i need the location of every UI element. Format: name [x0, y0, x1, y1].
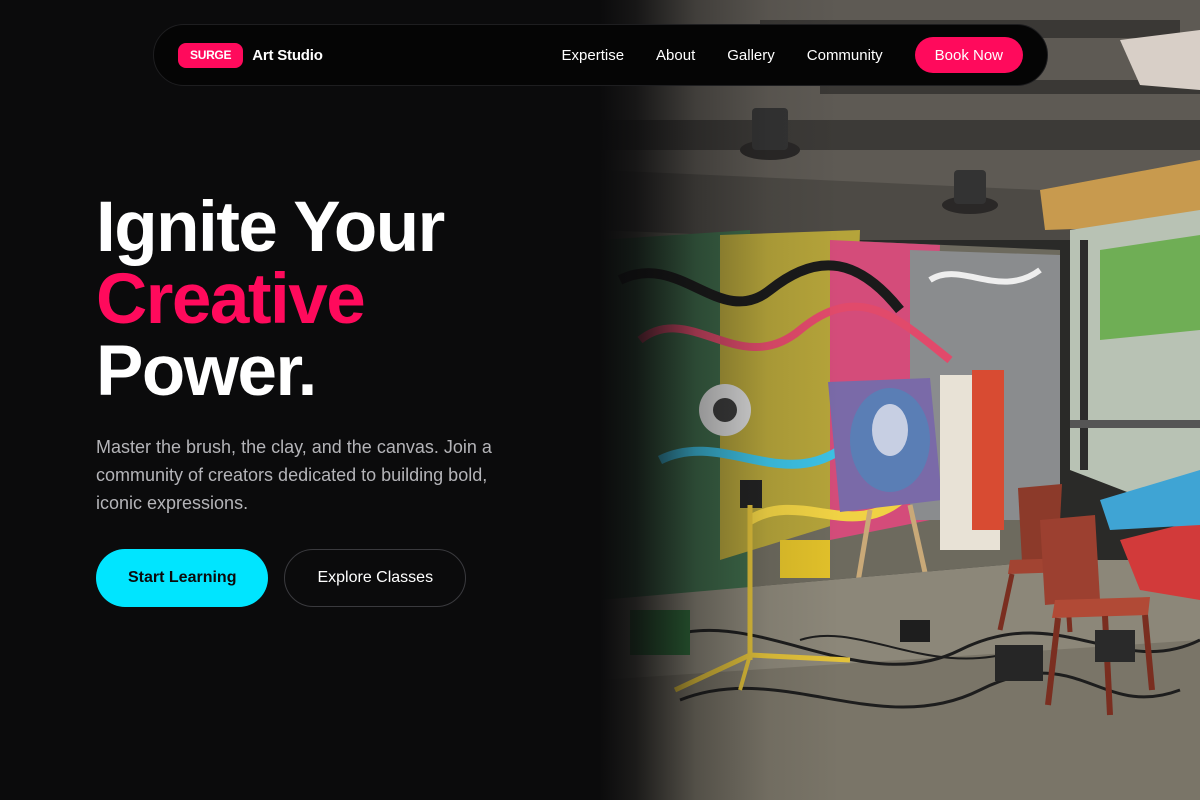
start-learning-button[interactable]: Start Learning [96, 549, 269, 607]
brand-name: Art Studio [252, 46, 323, 64]
navbar: SURGE Art Studio Expertise About Gallery… [153, 24, 1048, 86]
hero-studio-image [600, 0, 1200, 800]
book-now-button[interactable]: Book Now [914, 37, 1023, 73]
nav-link-community[interactable]: Community [807, 47, 883, 64]
nav-link-expertise[interactable]: Expertise [562, 47, 625, 64]
nav-link-gallery[interactable]: Gallery [727, 47, 775, 64]
headline-line-1: Ignite Your [96, 188, 445, 267]
hero-cta-row: Start Learning Explore Classes [96, 549, 467, 607]
nav-link-about[interactable]: About [656, 47, 695, 64]
headline-line-3: Power. [96, 332, 317, 411]
nav-links: Expertise About Gallery Community Book N… [562, 37, 1023, 73]
hero-subtext: Master the brush, the clay, and the canv… [96, 437, 492, 513]
headline-line-2: Creative [96, 260, 366, 339]
brand-logo[interactable]: SURGE Art Studio [178, 42, 323, 68]
brand-badge: SURGE [178, 42, 244, 68]
hero-headline: Ignite Your Creative Power. [96, 188, 445, 411]
explore-classes-button[interactable]: Explore Classes [284, 549, 467, 607]
